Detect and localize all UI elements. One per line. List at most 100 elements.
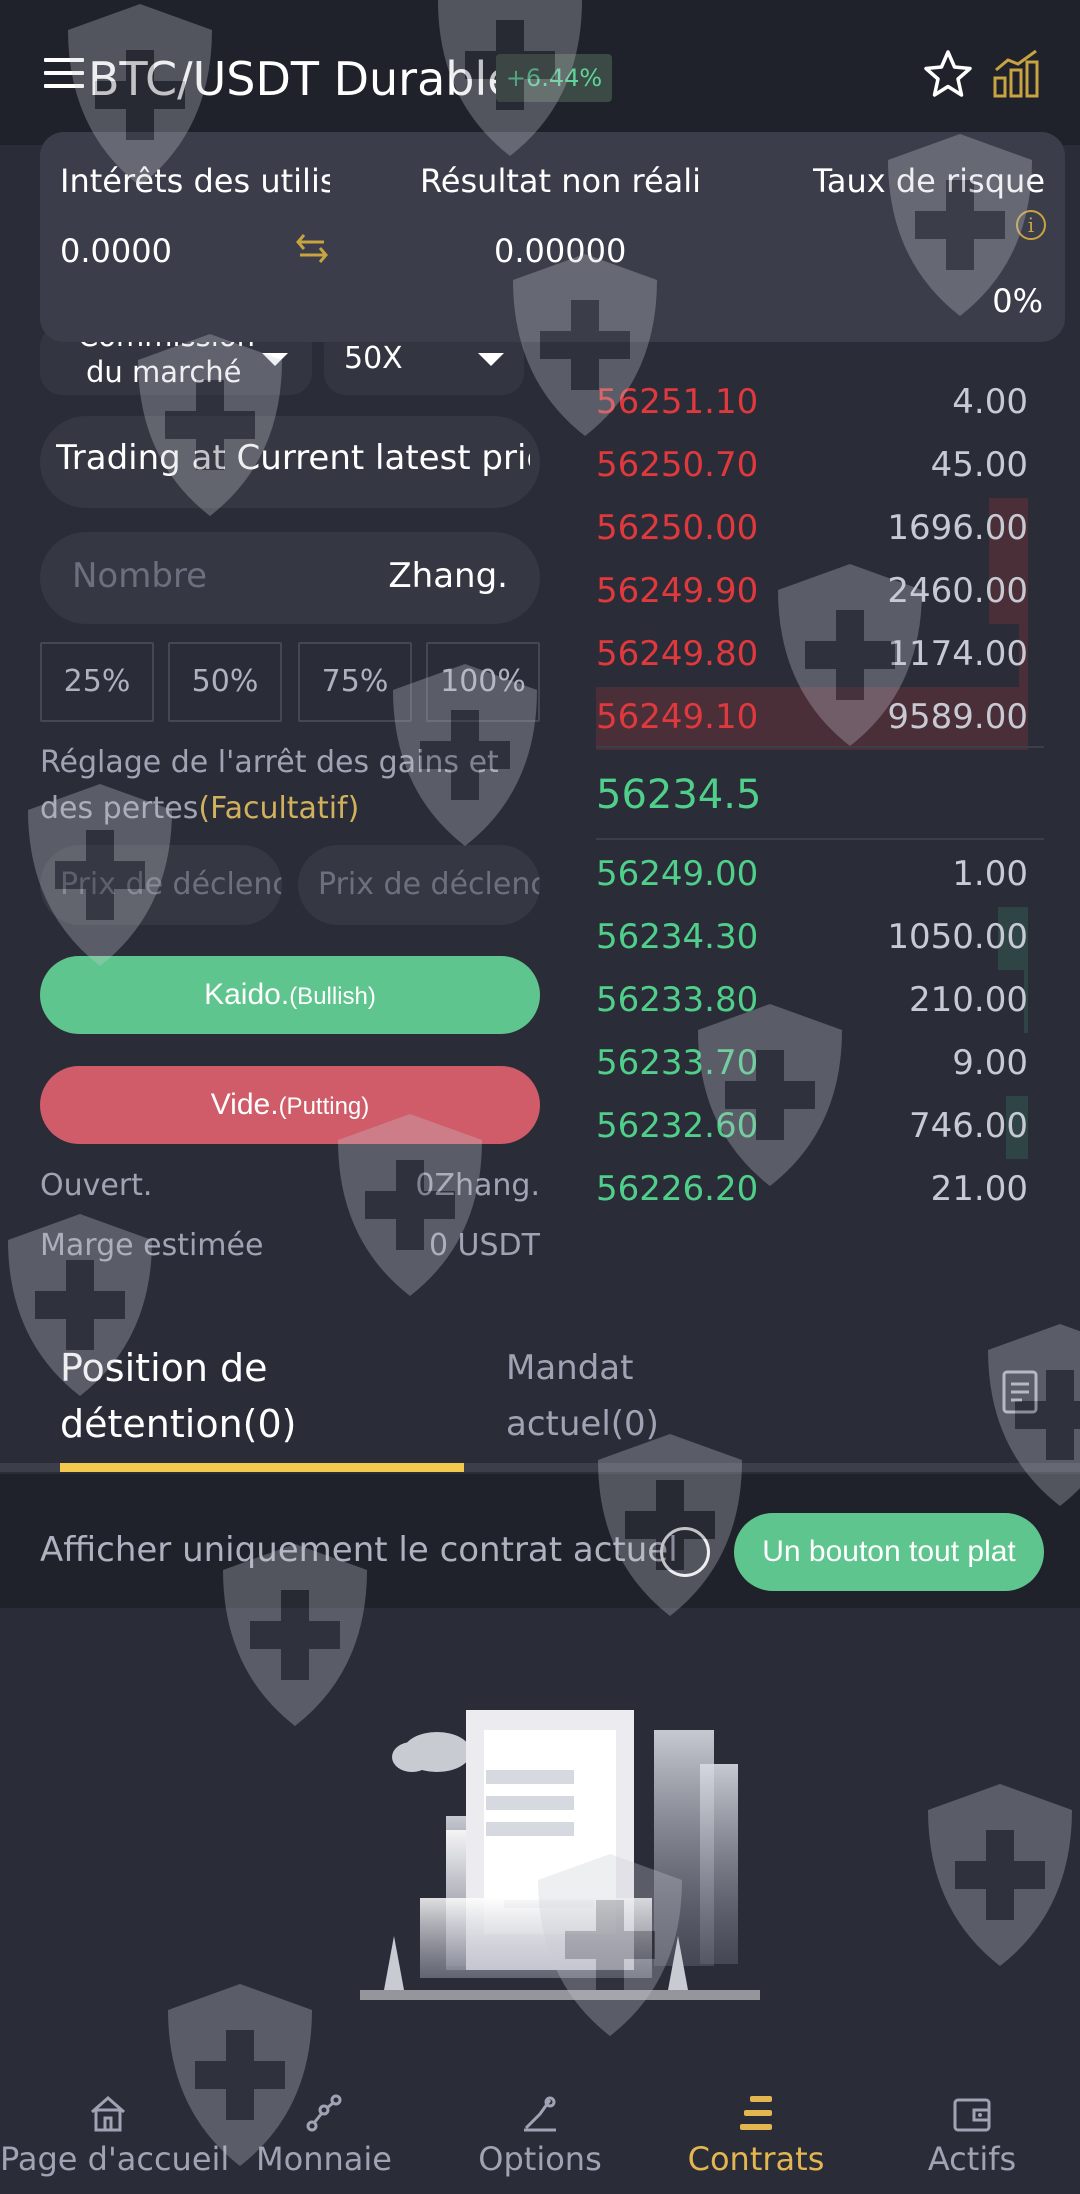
- current-contract-only-label: Afficher uniquement le contrat actuel: [40, 1530, 678, 1570]
- orderbook-row[interactable]: 56233.70 9.00: [596, 1033, 1028, 1096]
- tab-positions-line2: détention(0): [60, 1402, 297, 1446]
- sell-sub-label: (Putting): [278, 1093, 370, 1120]
- empty-state-illustration: [360, 1710, 760, 2000]
- orderbook-price: 56250.70: [596, 445, 759, 485]
- chevron-down-icon: [262, 353, 288, 366]
- tab-active-indicator: [60, 1463, 464, 1472]
- user-interest-label: Intérêts des utilisa: [60, 162, 330, 200]
- order-type-line2: du marché: [86, 355, 242, 389]
- nav-home[interactable]: Page d'accueil: [0, 2090, 229, 2194]
- swap-icon[interactable]: [292, 228, 332, 268]
- orderbook-row[interactable]: 56251.10 4.00: [596, 372, 1028, 435]
- tp-sl-label: Réglage de l'arrêt des gains et des pert…: [40, 740, 540, 832]
- orderbook-row[interactable]: 56234.30 1050.00: [596, 907, 1028, 970]
- bottom-nav: Page d'accueil Monnaie Options Contrats: [0, 2090, 1080, 2194]
- orderbook-price: 56234.30: [596, 917, 759, 957]
- open-value: 0Zhang.: [415, 1168, 540, 1203]
- orderbook-amount: 1050.00: [887, 917, 1028, 957]
- tab-positions-line1: Position de: [60, 1346, 268, 1390]
- star-icon[interactable]: [922, 48, 974, 100]
- info-icon[interactable]: i: [1016, 210, 1046, 240]
- orderbook-amount: 9589.00: [887, 697, 1028, 737]
- nav-options-label: Options: [478, 2140, 602, 2178]
- tp-sl-optional: (Facultatif): [198, 791, 360, 826]
- risk-rate-label: Taux de risque: [812, 162, 1045, 200]
- sell-label: Vide.: [210, 1088, 279, 1121]
- trigger-price-input-2[interactable]: Prix de déclenchement: [298, 845, 540, 925]
- open-row: Ouvert. 0Zhang.: [40, 1168, 540, 1203]
- orderbook-row[interactable]: 56249.80 1174.00: [596, 624, 1028, 687]
- trigger-price-input-1[interactable]: Prix de déclenchement: [40, 845, 282, 925]
- nodes-icon: [306, 2094, 342, 2132]
- close-all-button[interactable]: Un bouton tout plat: [734, 1513, 1044, 1591]
- orderbook-price: 56249.10: [596, 697, 759, 737]
- home-icon: [91, 2096, 125, 2132]
- buy-sub-label: (Bullish): [289, 983, 376, 1010]
- options-icon: [524, 2096, 556, 2132]
- chart-icon[interactable]: [992, 48, 1040, 98]
- buy-long-button[interactable]: Kaido.(Bullish): [40, 956, 540, 1034]
- wallet-icon: [953, 2098, 991, 2132]
- orderbook-price: 56226.20: [596, 1169, 759, 1209]
- last-price: 56234.5: [596, 772, 762, 818]
- percent-50-button[interactable]: 50%: [168, 642, 282, 722]
- contracts-icon: [740, 2096, 772, 2130]
- tab-orders-line1: Mandat: [506, 1348, 634, 1388]
- page-title[interactable]: BTC/USDT Durable: [88, 52, 516, 106]
- unrealized-pnl-label: Résultat non réalisé: [420, 162, 702, 200]
- orderbook-amount: 210.00: [909, 980, 1028, 1020]
- orderbook-amount: 1174.00: [887, 634, 1028, 674]
- tab-current-orders[interactable]: Mandat actuel(0): [506, 1340, 659, 1452]
- orderbook-price: 56249.00: [596, 854, 759, 894]
- tab-positions[interactable]: Position de détention(0): [60, 1340, 296, 1452]
- margin-row: Marge estimée 0 USDT: [40, 1228, 540, 1263]
- menu-icon[interactable]: [44, 58, 84, 94]
- leverage-value: 50X: [344, 341, 403, 376]
- divider: [596, 746, 1044, 748]
- amount-placeholder: Nombre: [72, 556, 208, 596]
- orderbook-price: 56232.60: [596, 1106, 759, 1146]
- unrealized-pnl-value: 0.00000: [494, 232, 627, 270]
- amount-unit: Zhang.: [388, 556, 508, 596]
- orderbook-price: 56233.70: [596, 1043, 759, 1083]
- percent-25-button[interactable]: 25%: [40, 642, 154, 722]
- margin-label: Marge estimée: [40, 1228, 264, 1263]
- percent-100-button[interactable]: 100%: [426, 642, 540, 722]
- orderbook-row[interactable]: 56233.80 210.00: [596, 970, 1028, 1033]
- orderbook-amount: 1.00: [952, 854, 1028, 894]
- document-icon[interactable]: [1002, 1370, 1038, 1414]
- nav-options[interactable]: Options: [432, 2090, 648, 2194]
- current-contract-only-toggle[interactable]: [660, 1527, 710, 1577]
- orderbook-amount: 2460.00: [887, 571, 1028, 611]
- percent-75-button[interactable]: 75%: [298, 642, 412, 722]
- price-mode-field[interactable]: Trading at Current latest price: [40, 416, 540, 508]
- amount-input[interactable]: Nombre Zhang.: [40, 532, 540, 624]
- orderbook-row[interactable]: 56249.00 1.00: [596, 844, 1028, 907]
- orderbook-amount: 45.00: [930, 445, 1028, 485]
- orderbook-price: 56249.90: [596, 571, 759, 611]
- orderbook-row[interactable]: 56249.10 9589.00: [596, 687, 1028, 750]
- top-bar: BTC/USDT Durable +6.44%: [0, 0, 1080, 145]
- tab-orders-line2: actuel(0): [506, 1404, 659, 1444]
- account-summary-card: Intérêts des utilisa 0.0000 Résultat non…: [40, 132, 1065, 342]
- nav-contracts[interactable]: Contrats: [648, 2090, 864, 2194]
- nav-currency-label: Monnaie: [256, 2140, 392, 2178]
- nav-currency[interactable]: Monnaie: [216, 2090, 432, 2194]
- margin-value: 0 USDT: [428, 1228, 540, 1263]
- orderbook-row[interactable]: 56226.20 21.00: [596, 1159, 1028, 1222]
- sell-short-button[interactable]: Vide.(Putting): [40, 1066, 540, 1144]
- chevron-down-icon: [478, 353, 504, 366]
- orderbook-amount: 21.00: [930, 1169, 1028, 1209]
- orderbook-amount: 1696.00: [887, 508, 1028, 548]
- orderbook-row[interactable]: 56250.70 45.00: [596, 435, 1028, 498]
- orderbook-row[interactable]: 56250.00 1696.00: [596, 498, 1028, 561]
- orderbook-row[interactable]: 56249.90 2460.00: [596, 561, 1028, 624]
- orderbook-price: 56233.80: [596, 980, 759, 1020]
- orderbook-amount: 9.00: [952, 1043, 1028, 1083]
- orderbook-price: 56249.80: [596, 634, 759, 674]
- open-label: Ouvert.: [40, 1168, 153, 1203]
- buy-label: Kaido.: [204, 978, 290, 1011]
- orderbook-row[interactable]: 56232.60 746.00: [596, 1096, 1028, 1159]
- price-mode-text: Trading at Current latest price: [56, 438, 530, 478]
- nav-assets[interactable]: Actifs: [864, 2090, 1080, 2194]
